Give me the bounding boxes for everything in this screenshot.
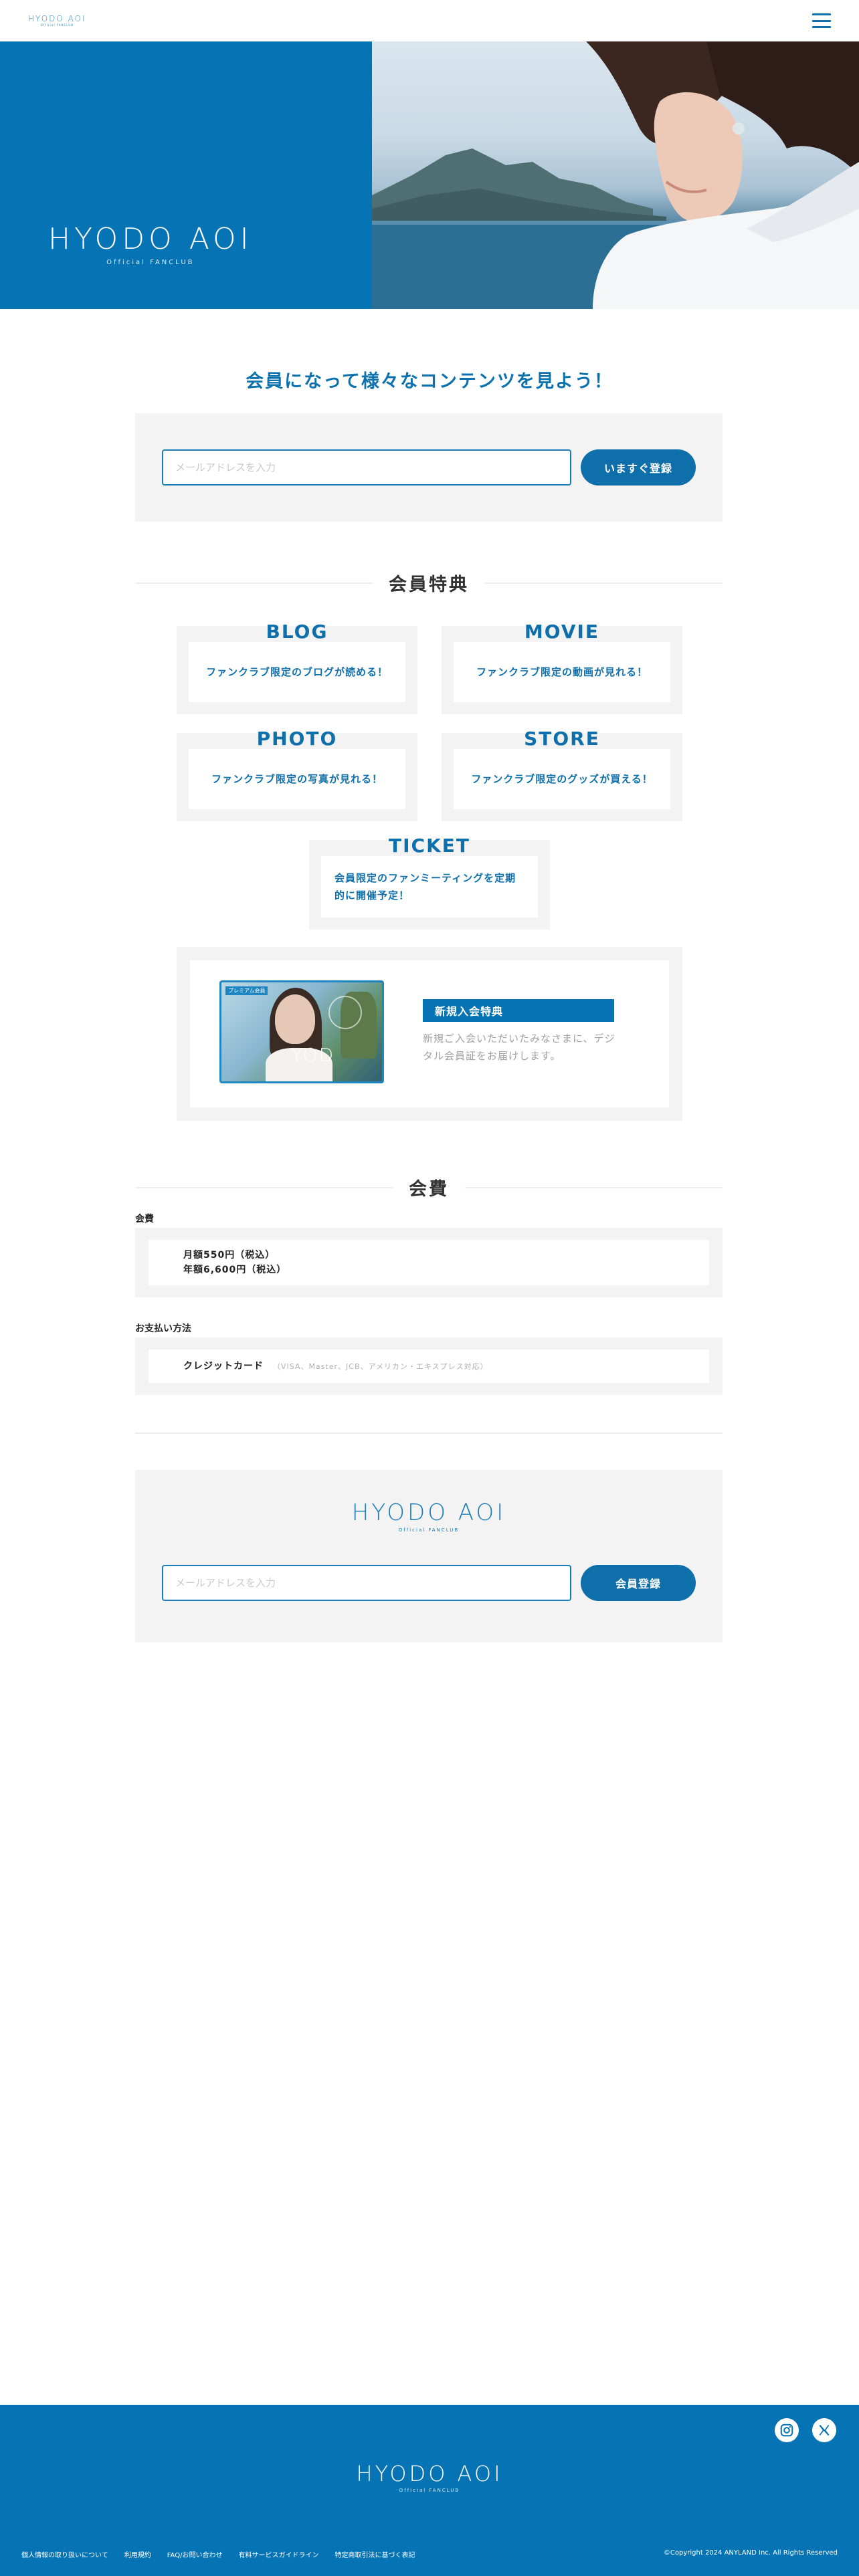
payment-method: クレジットカード [183, 1360, 264, 1372]
footer-link-guidelines[interactable]: 有料サービスガイドライン [238, 2549, 318, 2559]
header-logo-text: HYODO AOI [28, 14, 86, 23]
digital-membership-card-image: プレミアム会員 YOD [219, 980, 384, 1083]
signup-form-bottom: HYODO AOI Official FANCLUB 会員登録 [135, 1470, 723, 1642]
benefit-body: ファンクラブ限定の動画が見れる！ [454, 642, 670, 702]
heading-divider-line [135, 582, 373, 584]
benefits-heading-text: 会員特典 [389, 574, 469, 595]
benefit-card-movie: MOVIE ファンクラブ限定の動画が見れる！ [442, 621, 682, 714]
bottom-form-row: 会員登録 [162, 1565, 696, 1601]
footer-logo-subtext: Official FANCLUB [399, 2488, 460, 2493]
register-now-button[interactable]: いますぐ登録 [581, 449, 696, 486]
benefit-text: 会員限定のファンミーティングを定期的に開催予定！ [335, 871, 516, 901]
hero-logo-text: HYODO AOI [48, 222, 253, 256]
perk-description: 新規ご入会いただいたみなさまに、デジタル会員証をお届けします。 [423, 1033, 615, 1063]
benefit-card-store: STORE ファンクラブ限定のグッズが買える！ [442, 728, 682, 821]
register-button[interactable]: 会員登録 [581, 1565, 696, 1601]
payment-label: お支払い方法 [135, 1323, 191, 1334]
hero: HYODO AOI Official FANCLUB [0, 41, 859, 309]
card-photo-decoration [328, 996, 362, 1029]
menu-icon-bar [812, 26, 831, 28]
x-glyph [819, 2424, 830, 2436]
heading-divider-line [135, 1186, 393, 1188]
footer-link-terms[interactable]: 利用規約 [124, 2549, 151, 2559]
hero-logo-subtext: Official FANCLUB [106, 259, 195, 266]
benefit-card-blog: BLOG ファンクラブ限定のブログが読める！ [177, 621, 417, 714]
payment-note: （VISA、Master、JCB、アメリカン・エキスプレス対応） [273, 1362, 488, 1371]
benefit-body: ファンクラブ限定の写真が見れる！ [189, 749, 405, 809]
fee-heading: 会費 [135, 1174, 723, 1200]
benefit-label: PHOTO [256, 728, 338, 750]
footer-link-privacy[interactable]: 個人情報の取り扱いについて [21, 2549, 108, 2559]
fee-heading-text: 会費 [409, 1179, 449, 1200]
payment-row: クレジットカード （VISA、Master、JCB、アメリカン・エキスプレス対応… [183, 1359, 709, 1374]
fee-box: 月額550円（税込） 年額6,600円（税込） [135, 1228, 723, 1297]
benefit-text: ファンクラブ限定のブログが読める！ [205, 665, 388, 678]
hero-logo: HYODO AOI Official FANCLUB [48, 222, 253, 266]
benefit-text: ファンクラブ限定の動画が見れる！ [476, 665, 648, 678]
header-logo-subtext: Official FANCLUB [40, 23, 74, 27]
card-tag: プレミアム会員 [225, 986, 268, 995]
instagram-icon[interactable] [775, 2418, 799, 2442]
bottom-logo: HYODO AOI Official FANCLUB [135, 1499, 723, 1533]
menu-icon-bar [812, 13, 831, 15]
card-photo-face [275, 994, 315, 1044]
section-divider [135, 1432, 723, 1434]
page: HYODO AOI Official FANCLUB HYODO AOI Off… [0, 0, 859, 2576]
site-header: HYODO AOI Official FANCLUB [0, 0, 859, 41]
fee-label: 会費 [135, 1214, 154, 1224]
payment-panel: クレジットカード （VISA、Master、JCB、アメリカン・エキスプレス対応… [149, 1350, 709, 1383]
perk-panel: プレミアム会員 YOD 新規入会特典 新規ご入会いただいたみなさまに、デジタル会… [190, 960, 669, 1107]
bottom-logo-text: HYODO AOI [351, 1499, 506, 1526]
fee-panel: 月額550円（税込） 年額6,600円（税込） [149, 1240, 709, 1285]
footer-link-faq[interactable]: FAQ/お問い合わせ [167, 2549, 223, 2559]
new-member-perk: プレミアム会員 YOD 新規入会特典 新規ご入会いただいたみなさまに、デジタル会… [177, 947, 682, 1121]
email-input[interactable] [162, 449, 571, 486]
card-watermark: YOD [291, 1044, 335, 1066]
benefit-body: ファンクラブ限定のグッズが買える！ [454, 749, 670, 809]
header-logo[interactable]: HYODO AOI Official FANCLUB [28, 15, 86, 27]
benefit-body: ファンクラブ限定のブログが読める！ [189, 642, 405, 702]
social-links [775, 2418, 836, 2442]
footer-logo: HYODO AOI Official FANCLUB [0, 2461, 859, 2493]
benefit-card-photo: PHOTO ファンクラブ限定の写真が見れる！ [177, 728, 417, 821]
copyright: ©Copyright 2024 ANYLAND Inc. All Rights … [663, 2549, 838, 2557]
hero-brand-panel: HYODO AOI Official FANCLUB [0, 41, 372, 309]
monthly-fee: 月額550円（税込） [183, 1249, 276, 1261]
perk-badge: 新規入会特典 [423, 999, 614, 1022]
benefit-label: TICKET [389, 835, 470, 857]
x-icon[interactable] [812, 2418, 836, 2442]
hero-photo-illustration [372, 41, 859, 309]
benefits-heading: 会員特典 [135, 570, 723, 596]
signup-form-top: いますぐ登録 [135, 413, 723, 522]
footer-logo-text: HYODO AOI [356, 2461, 503, 2486]
heading-divider-line [465, 1186, 723, 1188]
instagram-glyph [780, 2424, 793, 2437]
site-footer: HYODO AOI Official FANCLUB 個人情報の取り扱いについて… [0, 2405, 859, 2576]
footer-link-commercial-law[interactable]: 特定商取引法に基づく表記 [335, 2549, 415, 2559]
bottom-logo-subtext: Official FANCLUB [398, 1527, 460, 1533]
menu-icon[interactable] [812, 13, 831, 28]
benefit-card-ticket: TICKET 会員限定のファンミーティングを定期的に開催予定！ [309, 835, 550, 930]
benefit-text: ファンクラブ限定の写真が見れる！ [211, 772, 383, 785]
benefit-label: STORE [524, 728, 600, 750]
menu-icon-bar [812, 19, 831, 22]
cta-title: 会員になって様々なコンテンツを見よう！ [246, 371, 613, 392]
benefit-label: MOVIE [524, 621, 600, 643]
email-input[interactable] [162, 1565, 571, 1601]
payment-box: クレジットカード （VISA、Master、JCB、アメリカン・エキスプレス対応… [135, 1337, 723, 1395]
footer-nav: 個人情報の取り扱いについて 利用規約 FAQ/お問い合わせ 有料サービスガイドラ… [21, 2549, 415, 2559]
benefit-label: BLOG [266, 621, 328, 643]
hero-photo [372, 41, 859, 309]
benefit-text: ファンクラブ限定のグッズが買える！ [471, 772, 653, 785]
benefit-body: 会員限定のファンミーティングを定期的に開催予定！ [321, 856, 538, 918]
yearly-fee: 年額6,600円（税込） [183, 1265, 287, 1275]
heading-divider-line [485, 582, 723, 584]
